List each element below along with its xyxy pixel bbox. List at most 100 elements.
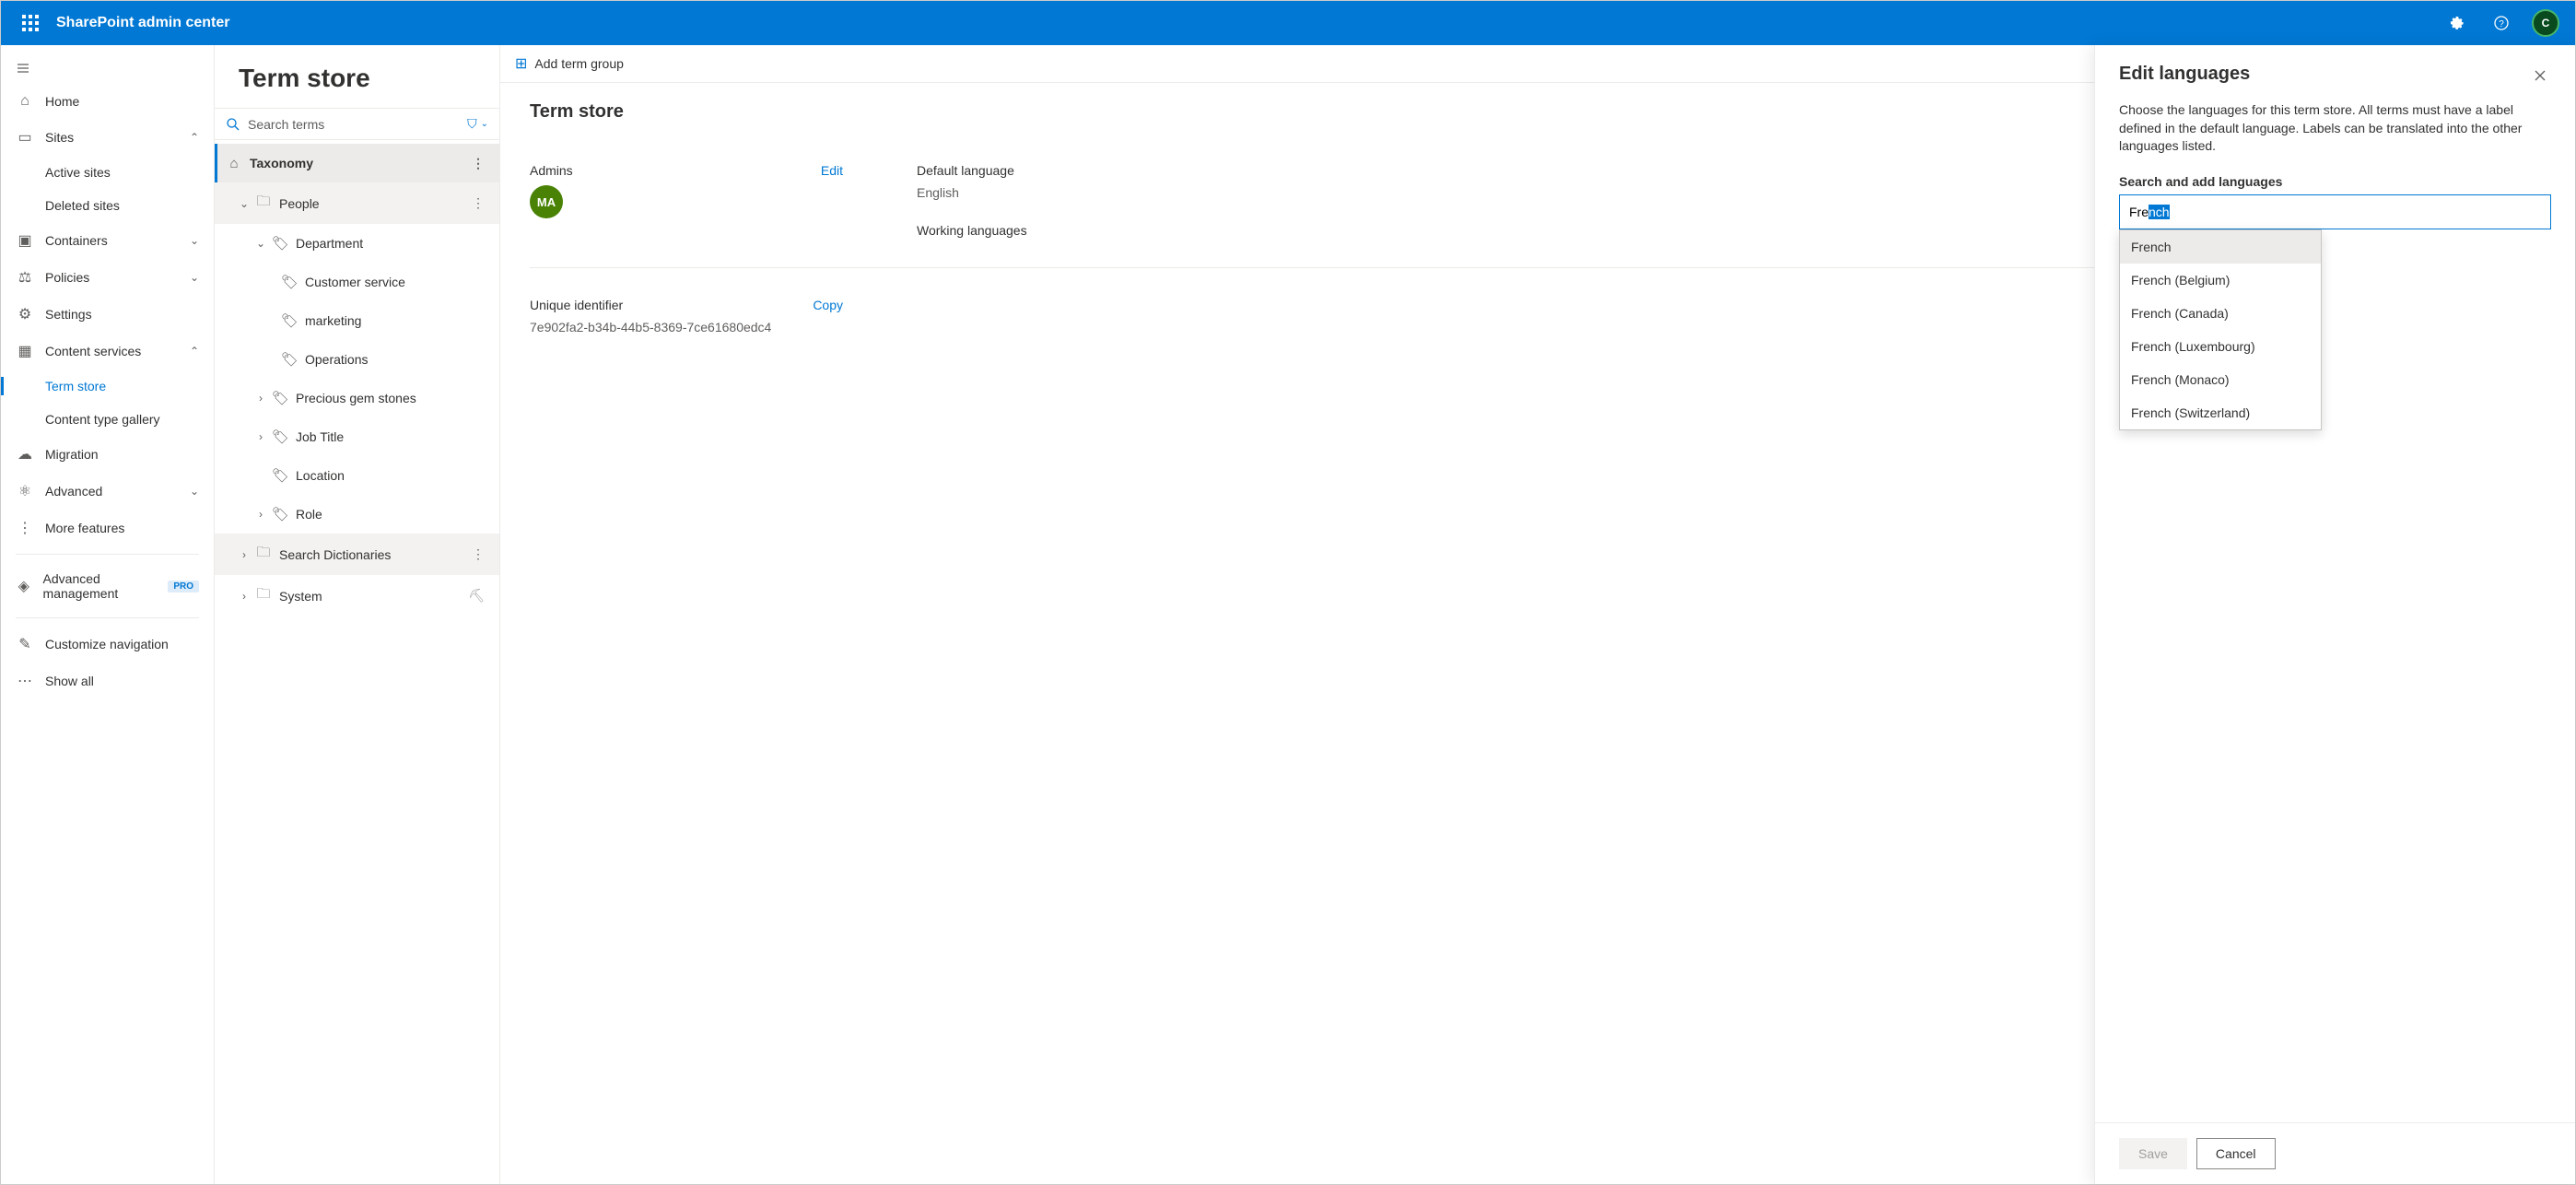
help-button[interactable]: ? bbox=[2479, 1, 2523, 45]
tag-icon: 🏷 bbox=[272, 506, 288, 522]
nav-migration[interactable]: ☁ Migration bbox=[1, 436, 214, 473]
taxonomy-tree: ⌂ Taxonomy ⋮ ⌄ 🗀 People ⋮ ⌄ 🏷 Department… bbox=[215, 140, 499, 1184]
diamond-icon: ◈ bbox=[16, 577, 32, 595]
search-language-input[interactable]: French bbox=[2119, 194, 2551, 229]
cancel-button[interactable]: Cancel bbox=[2196, 1138, 2276, 1169]
tree-termset-location[interactable]: › 🏷 Location bbox=[215, 456, 499, 495]
more-button[interactable]: ⋮ bbox=[468, 195, 488, 211]
nav-collapse-button[interactable] bbox=[1, 53, 214, 84]
tree-termset-department[interactable]: ⌄ 🏷 Department bbox=[215, 224, 499, 263]
nav-label: Customize navigation bbox=[45, 637, 169, 651]
dropdown-option[interactable]: French (Switzerland) bbox=[2120, 396, 2321, 429]
tree-label: Job Title bbox=[296, 429, 344, 444]
avatar: C bbox=[2532, 9, 2559, 37]
tree-root-taxonomy[interactable]: ⌂ Taxonomy ⋮ bbox=[215, 144, 499, 182]
nav-advanced[interactable]: ⚛ Advanced ⌄ bbox=[1, 473, 214, 510]
chevron-right-icon: › bbox=[237, 590, 252, 603]
dropdown-option[interactable]: French (Luxembourg) bbox=[2120, 330, 2321, 363]
advanced-icon: ⚛ bbox=[16, 482, 34, 500]
nav-content-services[interactable]: ▦ Content services ⌃ bbox=[1, 333, 214, 370]
tree-termset-role[interactable]: › 🏷 Role bbox=[215, 495, 499, 534]
tree-label: Taxonomy bbox=[250, 156, 313, 170]
nav-label: Sites bbox=[45, 130, 74, 145]
chevron-down-icon: ⌄ bbox=[237, 197, 252, 210]
cmd-label: Add term group bbox=[534, 56, 624, 71]
nav-customize[interactable]: ✎ Customize navigation bbox=[1, 626, 214, 663]
edit-languages-panel: Edit languages Choose the languages for … bbox=[2094, 45, 2575, 1184]
nav-content-type-gallery[interactable]: Content type gallery bbox=[1, 403, 214, 436]
nav-more-features[interactable]: ⋮ More features bbox=[1, 510, 214, 546]
dropdown-option[interactable]: French (Monaco) bbox=[2120, 363, 2321, 396]
tree-group-people[interactable]: ⌄ 🗀 People ⋮ bbox=[215, 182, 499, 224]
tree-group-system[interactable]: › 🗀 System ⛏ bbox=[215, 575, 499, 616]
tree-label: Customer service bbox=[305, 275, 405, 289]
search-terms-input[interactable]: Search terms bbox=[226, 116, 467, 132]
nav-label: Containers bbox=[45, 233, 108, 248]
nav-active-sites[interactable]: Active sites bbox=[1, 156, 214, 189]
tag-icon: 🏷 bbox=[272, 467, 288, 484]
folder-icon: 🗀 bbox=[255, 543, 272, 566]
nav-advanced-management[interactable]: ◈ Advanced management PRO bbox=[1, 562, 214, 610]
nav-label: Show all bbox=[45, 674, 94, 688]
app-launcher[interactable] bbox=[8, 1, 53, 45]
chevron-right-icon: › bbox=[253, 508, 268, 521]
nav-policies[interactable]: ⚖ Policies ⌄ bbox=[1, 259, 214, 296]
working-lang-label: Working languages bbox=[917, 223, 1027, 238]
nav-sites[interactable]: ▭ Sites ⌃ bbox=[1, 119, 214, 156]
nav-deleted-sites[interactable]: Deleted sites bbox=[1, 189, 214, 222]
nav-label: More features bbox=[45, 521, 124, 535]
app-title: SharePoint admin center bbox=[56, 15, 230, 31]
tag-icon: 🏷 bbox=[281, 351, 298, 368]
page-title: Term store bbox=[215, 45, 499, 108]
term-tree-panel: Term store Search terms ⛉ ⌄ ⌂ Taxonomy bbox=[215, 45, 500, 1184]
tree-label: Location bbox=[296, 468, 345, 483]
more-button[interactable]: ⋮ bbox=[468, 546, 488, 562]
add-term-group-button[interactable]: ⊞ Add term group bbox=[515, 54, 624, 73]
tree-termset-job-title[interactable]: › 🏷 Job Title bbox=[215, 417, 499, 456]
nav-show-all[interactable]: ⋯ Show all bbox=[1, 663, 214, 699]
more-icon: ⋮ bbox=[16, 519, 34, 537]
chevron-up-icon: ⌃ bbox=[190, 345, 199, 358]
tree-label: System bbox=[279, 589, 322, 604]
nav-divider bbox=[16, 554, 199, 555]
save-button[interactable]: Save bbox=[2119, 1138, 2187, 1169]
nav-divider bbox=[16, 617, 199, 618]
dropdown-option[interactable]: French (Canada) bbox=[2120, 297, 2321, 330]
admins-label: Admins bbox=[530, 163, 573, 178]
filter-icon: ⛉ bbox=[467, 116, 477, 132]
nav-containers[interactable]: ▣ Containers ⌄ bbox=[1, 222, 214, 259]
dropdown-option[interactable]: French (Belgium) bbox=[2120, 264, 2321, 297]
app-root: SharePoint admin center ? C ⌂ Home ▭ Sit… bbox=[0, 0, 2576, 1185]
migration-icon: ☁ bbox=[16, 445, 34, 463]
chevron-down-icon: ⌄ bbox=[190, 234, 199, 247]
tree-term-operations[interactable]: 🏷 Operations bbox=[215, 340, 499, 379]
copy-id-link[interactable]: Copy bbox=[813, 298, 843, 312]
tree-group-search-dict[interactable]: › 🗀 Search Dictionaries ⋮ bbox=[215, 534, 499, 575]
close-panel-button[interactable] bbox=[2529, 64, 2551, 87]
left-navigation: ⌂ Home ▭ Sites ⌃ Active sites Deleted si… bbox=[1, 45, 215, 1184]
search-filter-button[interactable]: ⛉ ⌄ bbox=[467, 116, 488, 132]
home-icon: ⌂ bbox=[226, 156, 242, 171]
nav-label: Home bbox=[45, 94, 79, 109]
dropdown-option[interactable]: French bbox=[2120, 230, 2321, 264]
tree-term-customer-service[interactable]: 🏷 Customer service bbox=[215, 263, 499, 301]
account-button[interactable]: C bbox=[2523, 1, 2568, 45]
tag-icon: 🏷 bbox=[281, 312, 298, 329]
hamburger-icon bbox=[16, 61, 30, 76]
nav-term-store[interactable]: Term store bbox=[1, 370, 214, 403]
nav-label: Active sites bbox=[45, 165, 111, 180]
more-button[interactable]: ⋮ bbox=[468, 156, 488, 171]
nav-settings[interactable]: ⚙ Settings bbox=[1, 296, 214, 333]
tree-term-marketing[interactable]: 🏷 marketing bbox=[215, 301, 499, 340]
nav-label: Policies bbox=[45, 270, 89, 285]
containers-icon: ▣ bbox=[16, 231, 34, 250]
edit-admins-link[interactable]: Edit bbox=[821, 163, 843, 178]
settings-button[interactable] bbox=[2435, 1, 2479, 45]
tree-termset-precious-gem[interactable]: › 🏷 Precious gem stones bbox=[215, 379, 499, 417]
nav-label: Settings bbox=[45, 307, 92, 322]
tree-label: Precious gem stones bbox=[296, 391, 416, 405]
home-icon: ⌂ bbox=[16, 93, 34, 110]
nav-home[interactable]: ⌂ Home bbox=[1, 84, 214, 119]
search-icon bbox=[226, 116, 240, 132]
chevron-down-icon: ⌄ bbox=[253, 237, 268, 250]
